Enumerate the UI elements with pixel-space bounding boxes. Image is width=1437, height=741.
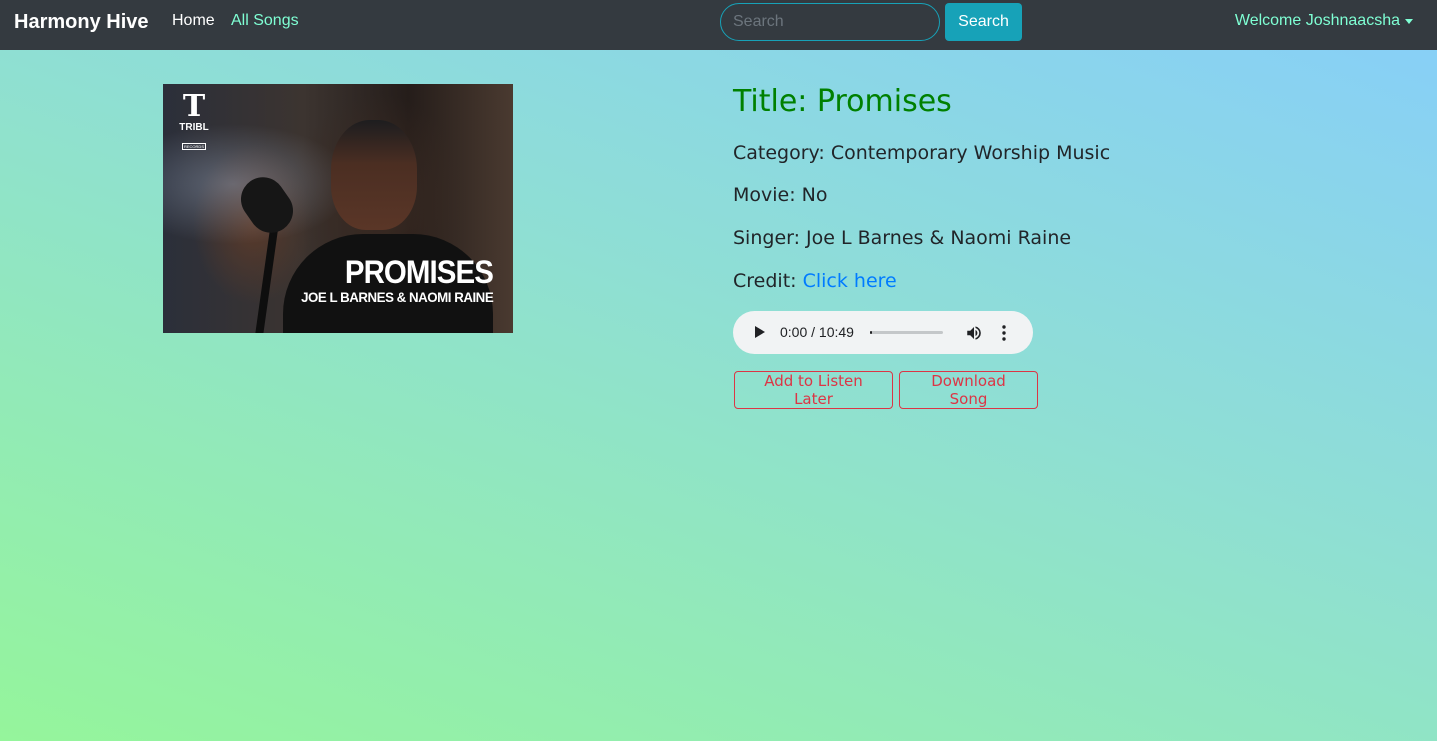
song-singer: Singer: Joe L Barnes & Naomi Raine	[733, 227, 1072, 249]
volume-icon[interactable]	[965, 324, 983, 342]
nav-home-link[interactable]: Home	[172, 12, 215, 30]
download-song-button[interactable]: Download Song	[899, 371, 1038, 409]
tribl-logo-sub: RECORDS	[181, 143, 206, 150]
audio-progress-fill	[870, 331, 872, 334]
song-title: Title: Promises	[733, 84, 952, 119]
audio-time: 0:00 / 10:49	[780, 324, 854, 340]
song-category: Category: Contemporary Worship Music	[733, 142, 1111, 164]
user-menu-label: Welcome Joshnaacsha	[1234, 12, 1400, 29]
add-to-listen-later-button[interactable]: Add to Listen Later	[734, 371, 893, 409]
navbar: Harmony Hive Home All Songs Search Welco…	[0, 0, 1437, 50]
search-button[interactable]: Search	[945, 3, 1022, 41]
cover-singer-head	[331, 120, 417, 230]
nav-all-songs-link[interactable]: All Songs	[231, 12, 299, 30]
user-menu-toggle[interactable]: Welcome Joshnaacsha	[1235, 12, 1413, 30]
play-icon[interactable]	[755, 326, 765, 338]
search-input[interactable]	[720, 3, 940, 41]
caret-down-icon	[1405, 18, 1413, 24]
more-options-icon[interactable]	[1002, 325, 1006, 341]
brand-link[interactable]: Harmony Hive	[14, 11, 149, 34]
cover-title-text: PROMISES	[344, 254, 494, 290]
tribl-logo-mark: T	[182, 89, 206, 124]
tribl-logo: T TRIBL RECORDS	[179, 92, 209, 152]
song-cover-image: T TRIBL RECORDS PROMISES JOE L BARNES & …	[163, 84, 513, 333]
cover-artist-text: JOE L BARNES & NAOMI RAINE	[300, 289, 494, 305]
audio-progress-slider[interactable]	[870, 331, 943, 334]
credit-label: Credit:	[733, 270, 803, 292]
credit-link[interactable]: Click here	[803, 270, 897, 292]
song-credit: Credit: Click here	[733, 270, 897, 292]
audio-player[interactable]: 0:00 / 10:49	[733, 311, 1033, 354]
tribl-logo-text: TRIBL	[179, 122, 209, 133]
song-movie: Movie: No	[733, 184, 828, 206]
